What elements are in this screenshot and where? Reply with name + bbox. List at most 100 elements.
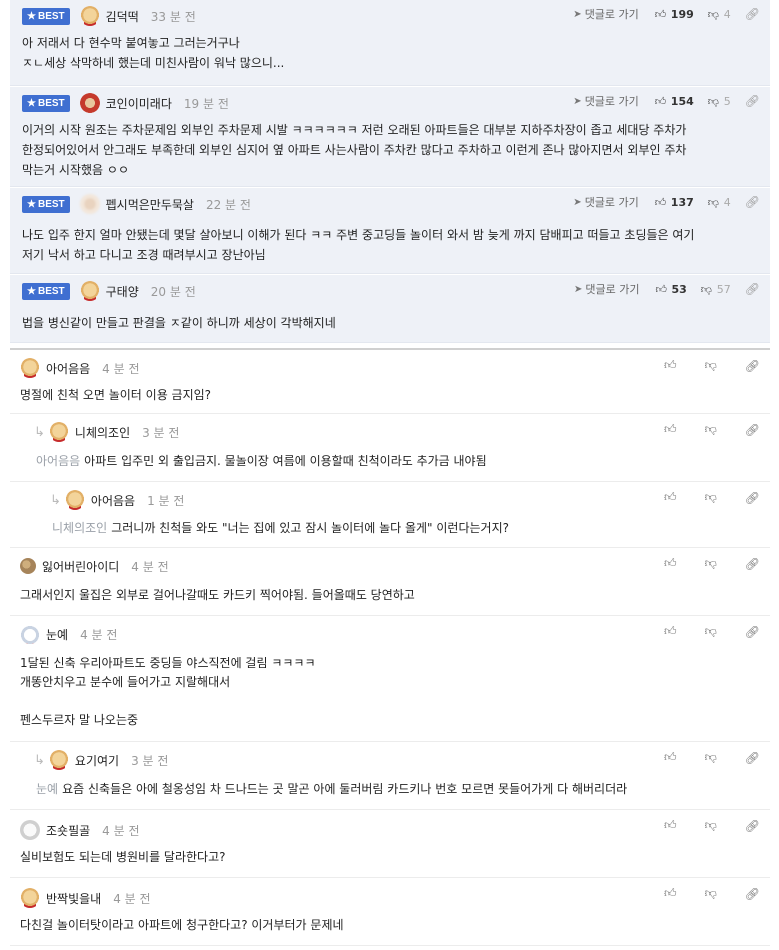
comment-time: 4 분 전 <box>102 823 140 838</box>
go-to-reply-button[interactable]: ➤ 댓글로 가기 <box>573 194 639 210</box>
link-button[interactable]: 🔗︎ <box>731 359 760 373</box>
link-icon[interactable]: 🔗︎ <box>745 282 760 296</box>
thumbs-up-icon: 👍︎ <box>654 7 667 21</box>
comment-nick[interactable]: 니체의조인 <box>75 424 130 441</box>
dislike-button[interactable]: 👎︎ <box>691 624 717 639</box>
comment-line: 요즘 신축들은 아에 철옹성임 차 드나드는 곳 말곤 아에 둘러버림 카드키나… <box>62 782 628 796</box>
comment-time: 3 분 전 <box>131 753 169 768</box>
like-button[interactable]: 👍︎ 154 <box>655 95 694 108</box>
comment-nick[interactable]: 요기여기 <box>75 752 119 769</box>
dislike-button[interactable]: 👎︎ 4 <box>708 8 731 21</box>
link-icon[interactable]: 🔗︎ <box>745 94 760 108</box>
go-to-reply-button[interactable]: ➤ 댓글로 가기 <box>573 6 639 22</box>
dislike-button[interactable]: 👎︎ <box>691 556 717 571</box>
comment-line: 개똥안치우고 분수에 들어가고 지랄해대서 <box>20 675 231 689</box>
go-to-reply-button[interactable]: ➤ 댓글로 가기 <box>573 93 639 109</box>
dislike-button[interactable]: 👎︎ <box>691 886 717 901</box>
comment-line: 펜스두르자 말 나오는중 <box>20 713 139 727</box>
like-button[interactable]: 👍︎ <box>650 490 677 505</box>
best-comment: ★ BEST 코인이미래다 19 분 전 ➤ 댓글로 가기 👍︎ 154 👎︎ 5 🔗︎… <box>10 87 770 187</box>
comment-nick[interactable]: 조숏필골 <box>46 822 90 839</box>
go-to-reply-button[interactable]: ➤ 댓글로 가기 <box>574 281 640 297</box>
best-comment: ★ BEST 구태양 20 분 전 ➤ 댓글로 가기 👍︎ 53 👎︎ 57 🔗︎ 법을… <box>10 275 770 343</box>
comment-nick[interactable]: 잃어버린아이디 <box>42 558 119 575</box>
comment-line: 실비보험도 되는데 병원비를 달라한다고? <box>20 850 226 864</box>
like-button[interactable]: 👍︎ <box>650 422 677 437</box>
comment-nick[interactable]: 김덕떡 <box>106 8 139 25</box>
dog-icon <box>48 750 69 770</box>
like-button[interactable]: 👍︎ 53 <box>655 283 686 296</box>
like-button[interactable]: 👍︎ <box>650 886 677 901</box>
send-icon: ➤ <box>573 95 582 107</box>
comment-nick[interactable]: 아어음음 <box>46 360 90 377</box>
dislike-button[interactable]: 👎︎ 4 <box>708 196 731 209</box>
comment-nick[interactable]: 구태양 <box>106 283 139 300</box>
like-button[interactable]: 👍︎ <box>650 624 677 639</box>
mention[interactable]: 니체의조인 <box>52 521 107 535</box>
dislike-button[interactable]: 👎︎ <box>691 358 717 373</box>
link-icon[interactable]: 🔗︎ <box>745 195 760 209</box>
dislike-button[interactable]: 👎︎ <box>691 818 717 833</box>
dog-icon <box>79 6 100 26</box>
comment-time: 20 분 전 <box>150 284 196 299</box>
like-button[interactable]: 👍︎ 199 <box>655 8 694 21</box>
reply-arrow-icon: ↳ <box>34 752 45 768</box>
best-comment: ★ BEST 펩시먹은만두묵살 22 분 전 ➤ 댓글로 가기 👍︎ 137 👎︎ 4 … <box>10 188 770 274</box>
dog-icon <box>20 358 40 378</box>
comment-line: ㅈㄴ세상 삭막하네 했는데 미친사람이 워낙 많으니... <box>22 56 285 70</box>
send-icon: ➤ <box>573 196 582 208</box>
like-button[interactable]: 👍︎ 137 <box>655 196 694 209</box>
thumbs-up-icon: 👍︎ <box>655 282 667 296</box>
comment-line: 1달된 신축 우리아파트도 중딩들 야스직전에 걸림 ㅋㅋㅋㅋ <box>20 656 316 670</box>
thumbs-down-icon: 👎︎ <box>707 195 719 209</box>
comment-time: 1 분 전 <box>147 493 185 508</box>
comment-line: 그러니까 친척들 와도 "너는 집에 있고 잠시 놀이터에 놀다 올게" 이런다… <box>111 521 509 535</box>
dislike-button[interactable]: 👎︎ 57 <box>701 283 731 296</box>
link-icon: 🔗︎ <box>744 886 760 901</box>
star-icon: ★ <box>27 97 36 109</box>
bunny-icon <box>20 624 40 644</box>
mention[interactable]: 아어음음 <box>36 454 80 468</box>
link-button[interactable]: 🔗︎ <box>731 887 760 901</box>
link-button[interactable]: 🔗︎ <box>731 423 760 437</box>
link-button[interactable]: 🔗︎ <box>731 819 760 833</box>
comment: 조숏필골 4 분 전 👍︎ 👎︎ 🔗︎ 실비보험도 되는데 병원비를 달라한다고… <box>10 810 770 878</box>
dislike-button[interactable]: 👎︎ <box>691 490 717 505</box>
best-badge: ★ BEST <box>22 195 70 213</box>
link-icon: 🔗︎ <box>744 750 760 765</box>
link-icon: 🔗︎ <box>744 818 760 833</box>
dislike-button[interactable]: 👎︎ <box>691 750 717 765</box>
thumbs-down-icon: 👎︎ <box>704 490 717 504</box>
dog-icon <box>48 422 69 442</box>
thumbs-down-icon: 👎︎ <box>707 94 719 108</box>
comment-nick[interactable]: 펩시먹은만두묵살 <box>106 196 194 213</box>
thumbs-up-icon: 👍︎ <box>664 490 677 504</box>
like-button[interactable]: 👍︎ <box>650 556 677 571</box>
link-button[interactable]: 🔗︎ <box>731 491 760 505</box>
comment-nick[interactable]: 반짝빛을내 <box>46 890 101 907</box>
like-button[interactable]: 👍︎ <box>650 750 677 765</box>
link-button[interactable]: 🔗︎ <box>731 751 760 765</box>
reply-comment: ↳ 요기여기 3 분 전 👍︎ 👎︎ 🔗︎ 눈예 요즘 신축들은 아에 철옹성임 … <box>10 742 770 810</box>
comment-line: 아파트 입주민 외 출입금지. 물놀이장 여름에 이용할때 친척이라도 추가금 … <box>84 454 487 468</box>
comment-time: 33 분 전 <box>150 9 196 24</box>
link-icon: 🔗︎ <box>744 490 760 505</box>
comment-time: 3 분 전 <box>142 425 180 440</box>
comment-nick[interactable]: 아어음음 <box>91 492 135 509</box>
link-button[interactable]: 🔗︎ <box>731 625 760 639</box>
thumbs-up-icon: 👍︎ <box>654 195 667 209</box>
comment-nick[interactable]: 코인이미래다 <box>106 95 172 112</box>
like-button[interactable]: 👍︎ <box>650 818 677 833</box>
comment-line: 막는거 시작했음 ㅇㅇ <box>22 163 129 177</box>
like-button[interactable]: 👍︎ <box>650 358 677 373</box>
link-icon: 🔗︎ <box>744 358 760 373</box>
link-icon[interactable]: 🔗︎ <box>745 7 760 21</box>
dislike-button[interactable]: 👎︎ 5 <box>708 95 731 108</box>
reply-comment: ↳ 니체의조인 3 분 전 👍︎ 👎︎ 🔗︎ 아어음음 아파트 입주민 외 출입금… <box>10 414 770 482</box>
link-button[interactable]: 🔗︎ <box>731 557 760 571</box>
dislike-button[interactable]: 👎︎ <box>691 422 717 437</box>
comment-line: 저기 낙서 하고 다니고 조경 때려부시고 장난아님 <box>22 248 266 262</box>
comment-nick[interactable]: 눈예 <box>46 626 68 643</box>
thumbs-down-icon: 👎︎ <box>704 818 717 832</box>
mention[interactable]: 눈예 <box>36 782 58 796</box>
